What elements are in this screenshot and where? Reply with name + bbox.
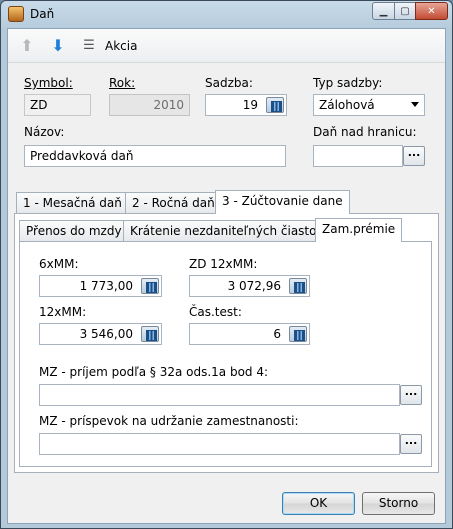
nazov-label: Názov:: [24, 125, 65, 139]
prijem-field[interactable]: [39, 384, 400, 406]
mm12-field[interactable]: 3 546,00: [39, 323, 162, 345]
cas-test-field[interactable]: 6: [189, 323, 310, 345]
sadzba-field[interactable]: 19: [205, 94, 287, 116]
mm6-label: 6xMM:: [39, 257, 79, 271]
prijem-label: MZ - príjem podľa § 32a ods.1a bod 4:: [39, 365, 269, 379]
mm6-field[interactable]: 1 773,00: [39, 275, 162, 297]
toolbar: ⬆ ⬇ ☰ Akcia: [8, 29, 445, 63]
arrow-down-icon[interactable]: ⬇: [49, 37, 67, 55]
subtab-prenos-do-mzdy[interactable]: Přenos do mzdy: [19, 220, 129, 241]
minimize-button[interactable]: ▁: [372, 2, 395, 20]
close-button[interactable]: ✕: [415, 2, 448, 20]
ok-button[interactable]: OK: [282, 492, 355, 515]
prispevok-label: MZ - príspevok na udržanie zamestnanosti…: [39, 414, 299, 428]
zd12-field[interactable]: 3 072,96: [189, 275, 310, 297]
maximize-button[interactable]: ▢: [394, 2, 416, 20]
chevron-down-icon: [411, 102, 419, 107]
calculator-icon[interactable]: [266, 97, 284, 113]
typ-sadzby-select[interactable]: Zálohová: [313, 94, 425, 116]
prispevok-browse-button[interactable]: ...: [400, 434, 422, 454]
calculator-icon[interactable]: [141, 326, 159, 342]
symbol-field[interactable]: ZD: [24, 94, 91, 116]
dialog-window: Daň ▁ ▢ ✕ ⬆ ⬇ ☰ Akcia Symbol: ZD Rok: 20…: [0, 0, 453, 529]
calculator-icon[interactable]: [289, 278, 307, 294]
cas-test-value: 6: [273, 327, 281, 341]
prijem-browse-button[interactable]: ...: [400, 385, 422, 405]
storno-button[interactable]: Storno: [362, 492, 435, 515]
sadzba-label: Sadzba:: [205, 76, 253, 90]
dan-nad-hranicu-label: Daň nad hranicu:: [313, 125, 417, 139]
dan-nad-hranicu-browse-button[interactable]: ...: [403, 146, 425, 166]
action-button[interactable]: Akcia: [105, 39, 137, 53]
dan-nad-hranicu-field[interactable]: [313, 145, 403, 167]
rok-label: Rok:: [109, 76, 136, 90]
symbol-label: Symbol:: [24, 76, 73, 90]
typ-sadzby-label: Typ sadzby:: [313, 76, 383, 90]
rok-field: 2010: [109, 94, 190, 116]
minimize-icon: ▁: [379, 5, 388, 17]
mm12-label: 12xMM:: [39, 305, 87, 319]
sadzba-value: 19: [242, 98, 258, 112]
typ-sadzby-value: Zálohová: [319, 98, 375, 112]
title-bar: Daň ▁ ▢ ✕: [1, 1, 452, 27]
action-icon[interactable]: ☰: [80, 37, 98, 55]
dialog-client: ⬆ ⬇ ☰ Akcia Symbol: ZD Rok: 2010 Sadzba:…: [7, 28, 446, 524]
tab-mesacna-dan[interactable]: 1 - Mesačná daň: [16, 192, 129, 213]
mm12-value: 3 546,00: [79, 327, 133, 341]
close-icon: ✕: [427, 5, 436, 17]
tab-rocna-dan[interactable]: 2 - Ročná daň: [125, 192, 222, 213]
maximize-icon: ▢: [400, 5, 410, 17]
tab-zuctovanie-dane[interactable]: 3 - Zúčtovanie dane: [215, 190, 350, 214]
arrow-up-icon[interactable]: ⬆: [18, 37, 36, 55]
prispevok-field[interactable]: [39, 433, 400, 455]
zd12-value: 3 072,96: [227, 279, 281, 293]
app-icon: [8, 6, 24, 22]
zd12-label: ZD 12xMM:: [189, 257, 258, 271]
window-title: Daň: [30, 7, 55, 21]
calculator-icon[interactable]: [141, 278, 159, 294]
nazov-field[interactable]: Preddavková daň: [24, 145, 286, 167]
calculator-icon[interactable]: [289, 326, 307, 342]
subtab-kratenie[interactable]: Krátenie nezdaniteľných čiastok: [123, 220, 331, 241]
mm6-value: 1 773,00: [79, 279, 133, 293]
subtab-zam-premie[interactable]: Zam.prémie: [315, 218, 403, 242]
cas-test-label: Čas.test:: [189, 305, 242, 319]
